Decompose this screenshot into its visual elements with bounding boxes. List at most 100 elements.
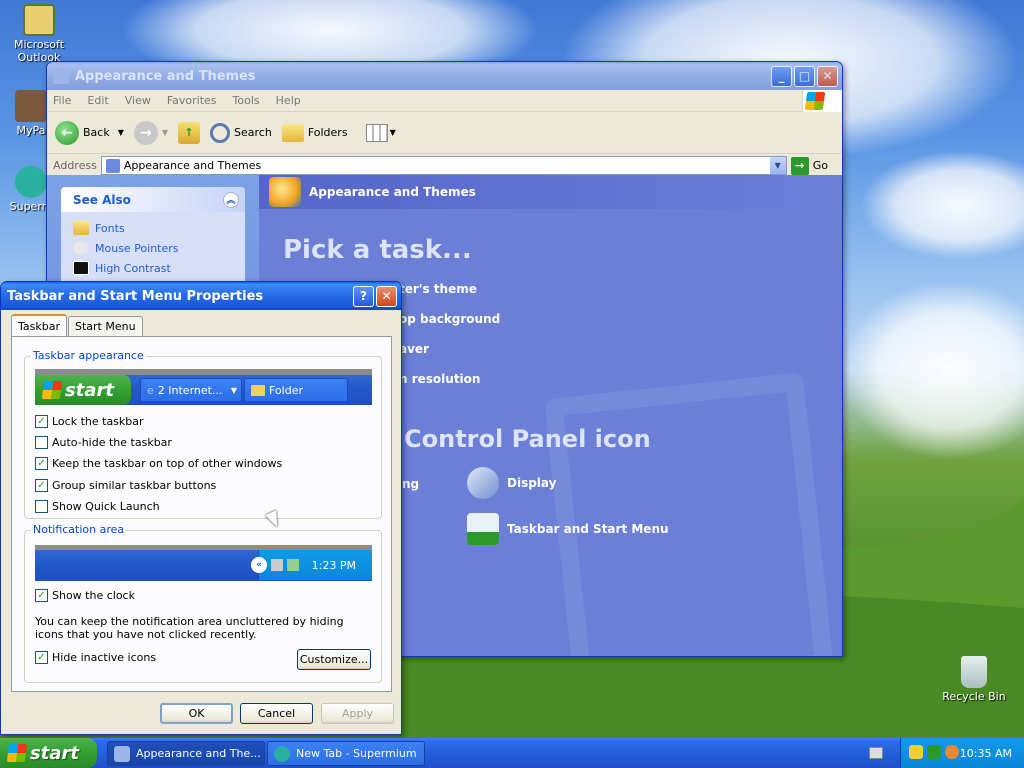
checkmark-icon: ✓: [35, 479, 48, 492]
forward-button[interactable]: → ▼: [133, 120, 168, 145]
views-button[interactable]: ▼: [365, 123, 396, 142]
ie-icon: e: [147, 383, 154, 397]
back-button[interactable]: ← Back ▼: [55, 120, 124, 145]
chevron-down-icon[interactable]: ▼: [118, 128, 124, 137]
forward-arrow-icon: →: [133, 120, 158, 145]
hide-inactive-checkbox[interactable]: ✓ Hide inactive icons: [35, 651, 156, 664]
link-label: High Contrast: [95, 261, 171, 275]
network-icon: [271, 559, 283, 571]
mouse-icon: [73, 241, 89, 255]
address-value: Appearance and Themes: [123, 159, 262, 172]
fonts-folder-icon: [73, 221, 89, 235]
menu-help[interactable]: Help: [276, 94, 301, 107]
start-button[interactable]: start: [0, 738, 97, 768]
desktop-icon-recycle-bin[interactable]: Recycle Bin: [939, 656, 1009, 703]
link-high-contrast[interactable]: High Contrast: [73, 258, 233, 278]
printer-icon: [287, 559, 299, 571]
link-mouse-pointers[interactable]: Mouse Pointers: [73, 238, 233, 258]
taskbar-start-menu-icon: [467, 513, 499, 545]
quick-launch-checkbox[interactable]: Show Quick Launch: [35, 500, 160, 513]
keyboard-icon[interactable]: [869, 747, 883, 759]
tab-start-menu[interactable]: Start Menu: [68, 316, 143, 336]
collapse-chevron-icon[interactable]: ︽: [223, 191, 239, 208]
auto-hide-checkbox[interactable]: Auto-hide the taskbar: [35, 436, 172, 449]
group-buttons-checkbox[interactable]: ✓ Group similar taskbar buttons: [35, 479, 216, 492]
folders-button[interactable]: Folders: [281, 123, 348, 142]
keep-on-top-checkbox[interactable]: ✓ Keep the taskbar on top of other window…: [35, 457, 282, 470]
task-link-screensaver[interactable]: aver: [399, 342, 429, 356]
network-icon[interactable]: [927, 745, 941, 759]
menu-bar: File Edit View Favorites Tools Help: [47, 90, 842, 112]
show-clock-checkbox[interactable]: ✓ Show the clock: [35, 589, 135, 602]
address-dropdown-icon[interactable]: ▼: [769, 157, 786, 174]
start-label: start: [30, 742, 79, 764]
task-link-background[interactable]: op background: [399, 312, 500, 326]
preview-button-label: 2 Internet...: [157, 383, 223, 397]
cancel-button[interactable]: Cancel: [240, 703, 313, 724]
cp-item-label: Taskbar and Start Menu: [507, 522, 669, 536]
clock[interactable]: 10:35 AM: [960, 747, 1012, 760]
ok-button[interactable]: OK: [160, 703, 233, 724]
cp-item-taskbar[interactable]: Taskbar and Start Menu: [467, 513, 669, 545]
maximize-button[interactable]: □: [794, 65, 815, 87]
go-button[interactable]: → Go: [790, 156, 828, 175]
task-link-theme[interactable]: ter's theme: [399, 282, 477, 296]
menu-edit[interactable]: Edit: [87, 94, 108, 107]
preview-button-folder: Folder: [244, 378, 348, 402]
taskbar: start Appearance and The... New Tab - Su…: [0, 738, 1024, 768]
address-field[interactable]: Appearance and Themes ▼: [100, 156, 787, 175]
category-title: Appearance and Themes: [309, 185, 476, 199]
customize-button[interactable]: Customize...: [297, 649, 371, 670]
recycle-bin-icon: [961, 656, 987, 688]
link-fonts[interactable]: Fonts: [73, 218, 233, 238]
preview-button-internet: e 2 Internet... ▼: [140, 378, 242, 402]
apply-button[interactable]: Apply: [321, 703, 394, 724]
search-icon[interactable]: [945, 745, 959, 759]
cp-item-partial[interactable]: ng: [402, 477, 419, 491]
search-button[interactable]: Search: [210, 122, 272, 143]
lock-taskbar-checkbox[interactable]: ✓ Lock the taskbar: [35, 415, 144, 428]
see-also-header[interactable]: See Also ︽: [61, 187, 245, 212]
expand-chevron-icon: «: [251, 557, 267, 573]
menu-file[interactable]: File: [53, 94, 71, 107]
up-folder-icon: ↑: [178, 121, 201, 144]
help-button[interactable]: ?: [353, 285, 374, 307]
windows-flag-icon: [41, 381, 63, 399]
close-button[interactable]: ✕: [817, 65, 838, 87]
display-icon: [467, 467, 499, 499]
checkbox-box: [35, 500, 48, 513]
folder-icon: [251, 384, 265, 396]
search-icon: [210, 122, 231, 143]
back-arrow-icon: ←: [55, 120, 79, 145]
taskbar-button-label: Appearance and The...: [136, 747, 261, 760]
taskbar-button-label: New Tab - Supermium: [296, 747, 417, 760]
dialog-titlebar[interactable]: Taskbar and Start Menu Properties ? ✕: [1, 282, 401, 310]
taskbar-preview: start e 2 Internet... ▼ Folder: [35, 369, 372, 405]
notification-description: You can keep the notification area unclu…: [35, 615, 344, 641]
notification-area-group: Notification area « 1:23 PM ✓ Show the cl…: [24, 523, 382, 683]
checkbox-label: Keep the taskbar on top of other windows: [52, 457, 283, 470]
explorer-titlebar[interactable]: Appearance and Themes _ □ ✕: [47, 62, 842, 90]
minimize-button[interactable]: _: [771, 65, 792, 87]
taskbar-button-appearance[interactable]: Appearance and The...: [107, 741, 265, 766]
tab-taskbar[interactable]: Taskbar: [11, 314, 67, 336]
group-legend: Taskbar appearance: [31, 349, 146, 362]
up-button[interactable]: ↑: [178, 121, 201, 144]
menu-favorites[interactable]: Favorites: [167, 94, 217, 107]
taskbar-button-supermium[interactable]: New Tab - Supermium: [267, 741, 425, 766]
folders-label: Folders: [307, 126, 348, 139]
menu-view[interactable]: View: [125, 94, 151, 107]
checkbox-label: Group similar taskbar buttons: [52, 479, 217, 492]
taskbar-properties-dialog[interactable]: Taskbar and Start Menu Properties ? ✕ Ta…: [0, 281, 402, 735]
task-link-resolution[interactable]: n resolution: [399, 372, 480, 386]
address-label: Address: [53, 159, 97, 172]
link-label: Fonts: [95, 221, 125, 235]
checkmark-icon: ✓: [35, 651, 48, 664]
cp-item-display[interactable]: Display: [467, 467, 556, 499]
security-shield-icon[interactable]: [909, 745, 923, 759]
desktop-icon-outlook[interactable]: Microsoft Outlook: [4, 4, 74, 64]
menu-tools[interactable]: Tools: [233, 94, 260, 107]
chevron-down-icon: ▼: [389, 128, 396, 137]
close-button[interactable]: ✕: [376, 285, 397, 307]
control-panel-icon-heading: Control Panel icon: [404, 425, 651, 453]
